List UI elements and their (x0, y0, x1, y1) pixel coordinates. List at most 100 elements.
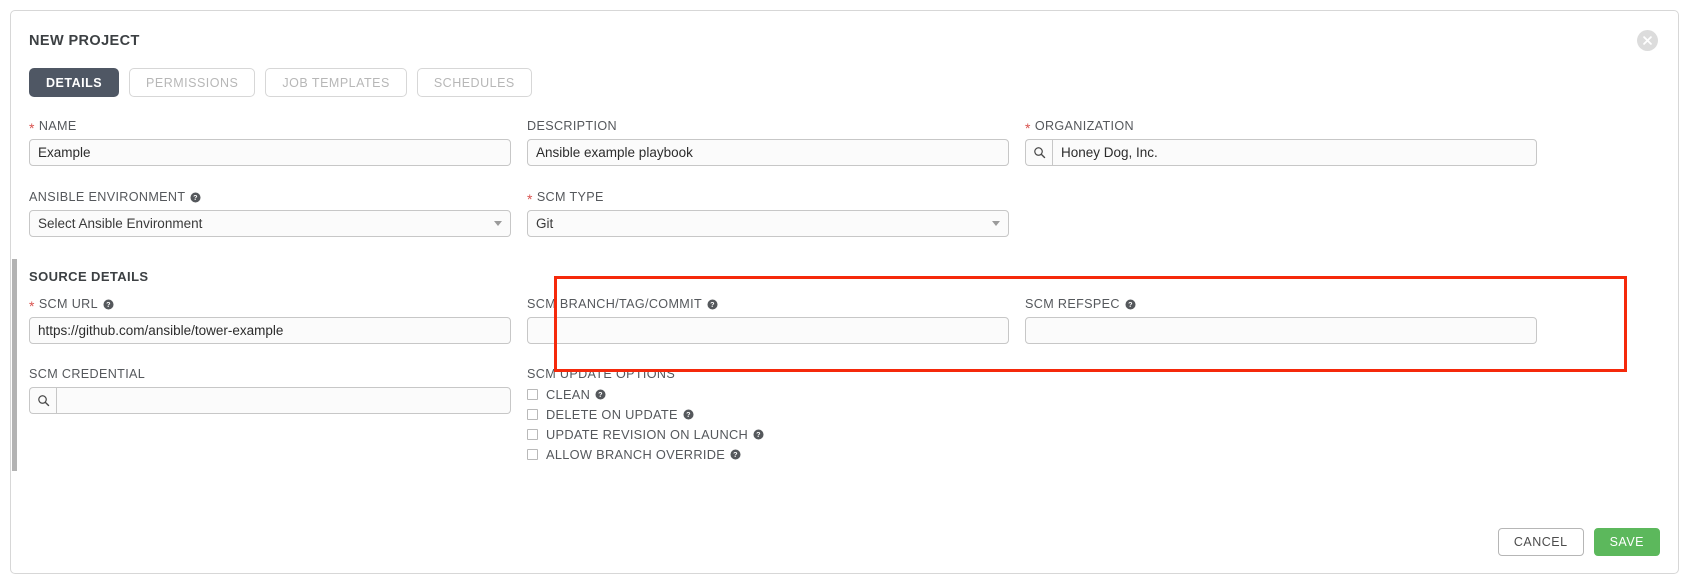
name-field-group: * NAME (29, 119, 511, 166)
help-icon[interactable]: ? (753, 429, 764, 440)
ansible-environment-label-text: ANSIBLE ENVIRONMENT (29, 190, 185, 204)
help-icon[interactable]: ? (190, 192, 201, 203)
svg-text:?: ? (733, 450, 738, 459)
scm-credential-label-text: SCM CREDENTIAL (29, 367, 145, 381)
checkbox-row-update-revision-on-launch[interactable]: UPDATE REVISION ON LAUNCH ? (527, 427, 1009, 442)
scm-url-label: * SCM URL ? (29, 297, 511, 311)
cancel-button[interactable]: CANCEL (1498, 528, 1584, 556)
required-asterisk: * (29, 299, 35, 313)
checkbox-row-delete-on-update[interactable]: DELETE ON UPDATE ? (527, 407, 1009, 422)
close-x-glyph (1643, 36, 1652, 45)
scm-url-label-text: SCM URL (39, 297, 98, 311)
tab-bar: DETAILS PERMISSIONS JOB TEMPLATES SCHEDU… (29, 68, 532, 97)
svg-text:?: ? (710, 300, 715, 309)
scm-update-options-list: CLEAN ? DELETE ON UPDATE (527, 387, 1009, 462)
scm-type-value: Git (536, 216, 553, 231)
scm-update-options-group: SCM UPDATE OPTIONS CLEAN ? (527, 367, 1009, 462)
help-glyph: ? (190, 192, 201, 203)
search-glyph (1033, 146, 1046, 159)
scm-credential-label: SCM CREDENTIAL (29, 367, 511, 381)
svg-text:?: ? (194, 193, 199, 202)
checkbox-label-update-revision-on-launch: UPDATE REVISION ON LAUNCH (546, 427, 748, 442)
checkbox-label-delete-on-update: DELETE ON UPDATE (546, 407, 678, 422)
checkbox-label-allow-branch-override: ALLOW BRANCH OVERRIDE (546, 447, 725, 462)
description-label: DESCRIPTION (527, 119, 1009, 133)
svg-text:?: ? (598, 390, 603, 399)
scm-branch-field-group: SCM BRANCH/TAG/COMMIT ? (527, 297, 1009, 344)
help-icon[interactable]: ? (683, 409, 694, 420)
ansible-environment-select[interactable]: Select Ansible Environment (29, 210, 511, 237)
search-icon[interactable] (1025, 139, 1052, 166)
save-button[interactable]: SAVE (1594, 528, 1660, 556)
scm-credential-field-group: SCM CREDENTIAL (29, 367, 511, 414)
scm-refspec-label-text: SCM REFSPEC (1025, 297, 1120, 311)
page-title: NEW PROJECT (29, 33, 140, 49)
help-icon[interactable]: ? (707, 299, 718, 310)
scm-update-options-heading: SCM UPDATE OPTIONS (527, 367, 1009, 381)
organization-input-group (1025, 139, 1537, 166)
source-details-heading-group: SOURCE DETAILS (29, 269, 511, 284)
name-label: * NAME (29, 119, 511, 133)
scm-type-label-text: SCM TYPE (537, 190, 604, 204)
scm-refspec-field-group: SCM REFSPEC ? (1025, 297, 1537, 344)
svg-text:?: ? (1128, 300, 1133, 309)
scm-branch-input[interactable] (527, 317, 1009, 344)
checkbox-allow-branch-override[interactable] (527, 449, 538, 460)
required-asterisk: * (527, 192, 533, 206)
project-form-page: NEW PROJECT DETAILS PERMISSIONS JOB TEMP… (0, 0, 1691, 586)
tab-permissions[interactable]: PERMISSIONS (129, 68, 255, 97)
description-field-group: DESCRIPTION (527, 119, 1009, 166)
description-input[interactable] (527, 139, 1009, 166)
scm-type-select[interactable]: Git (527, 210, 1009, 237)
organization-label: * ORGANIZATION (1025, 119, 1537, 133)
scm-branch-label: SCM BRANCH/TAG/COMMIT ? (527, 297, 1009, 311)
form-footer: CANCEL SAVE (1498, 528, 1660, 556)
checkbox-delete-on-update[interactable] (527, 409, 538, 420)
scm-branch-label-text: SCM BRANCH/TAG/COMMIT (527, 297, 702, 311)
checkbox-row-allow-branch-override[interactable]: ALLOW BRANCH OVERRIDE ? (527, 447, 1009, 462)
ansible-environment-value: Select Ansible Environment (38, 216, 202, 231)
help-glyph: ? (1125, 299, 1136, 310)
svg-text:?: ? (756, 430, 761, 439)
checkbox-label-clean: CLEAN (546, 387, 590, 402)
help-icon[interactable]: ? (1125, 299, 1136, 310)
help-icon[interactable]: ? (595, 389, 606, 400)
svg-text:?: ? (686, 410, 691, 419)
name-input[interactable] (29, 139, 511, 166)
help-icon[interactable]: ? (103, 299, 114, 310)
source-details-heading: SOURCE DETAILS (29, 269, 511, 284)
ansible-environment-label: ANSIBLE ENVIRONMENT ? (29, 190, 511, 204)
help-glyph: ? (730, 449, 741, 460)
name-label-text: NAME (39, 119, 77, 133)
scm-refspec-label: SCM REFSPEC ? (1025, 297, 1537, 311)
checkbox-update-revision-on-launch[interactable] (527, 429, 538, 440)
ansible-environment-field-group: ANSIBLE ENVIRONMENT ? Select Ansible Env… (29, 190, 511, 237)
scm-credential-input-group (29, 387, 511, 414)
scm-url-field-group: * SCM URL ? (29, 297, 511, 344)
scm-refspec-input[interactable] (1025, 317, 1537, 344)
required-asterisk: * (29, 121, 35, 135)
scm-credential-input[interactable] (56, 387, 511, 414)
checkbox-row-clean[interactable]: CLEAN ? (527, 387, 1009, 402)
help-glyph: ? (707, 299, 718, 310)
svg-text:?: ? (106, 300, 111, 309)
required-asterisk: * (1025, 121, 1031, 135)
scm-url-input[interactable] (29, 317, 511, 344)
tab-schedules[interactable]: SCHEDULES (417, 68, 532, 97)
help-glyph: ? (595, 389, 606, 400)
close-icon[interactable] (1637, 30, 1658, 51)
organization-field-group: * ORGANIZATION (1025, 119, 1537, 166)
chevron-down-icon (494, 221, 502, 226)
description-label-text: DESCRIPTION (527, 119, 617, 133)
tab-job-templates[interactable]: JOB TEMPLATES (265, 68, 406, 97)
scm-type-label: * SCM TYPE (527, 190, 1009, 204)
new-project-card: NEW PROJECT DETAILS PERMISSIONS JOB TEMP… (10, 10, 1679, 574)
source-details-accent-bar (12, 259, 17, 471)
help-glyph: ? (753, 429, 764, 440)
search-icon[interactable] (29, 387, 56, 414)
help-icon[interactable]: ? (730, 449, 741, 460)
checkbox-clean[interactable] (527, 389, 538, 400)
organization-input[interactable] (1052, 139, 1537, 166)
card-body: NEW PROJECT DETAILS PERMISSIONS JOB TEMP… (11, 11, 1678, 573)
tab-details[interactable]: DETAILS (29, 68, 119, 97)
